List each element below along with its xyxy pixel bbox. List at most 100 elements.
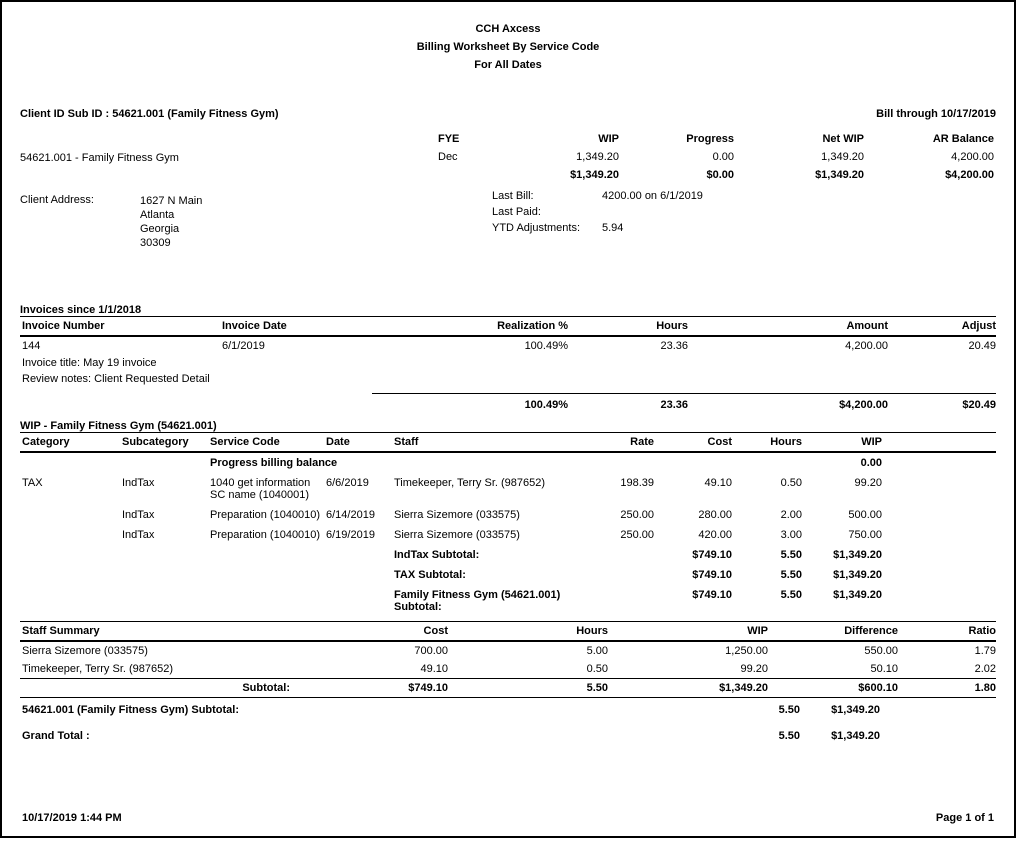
w2-hours: 2.00 [734,505,804,525]
ss-wip: $1,349.20 [610,679,770,697]
col-netwip: Net WIP [736,130,866,148]
bill-through: Bill through 10/17/2019 [876,108,996,120]
w2-svc: Preparation (1040010) [208,505,324,525]
sc-hours: Hours [450,622,610,640]
wc-sub: Subcategory [120,433,208,451]
sc-cost: Cost [320,622,450,640]
sr1-hours: 5.00 [450,642,610,660]
inv-tot-adjust: $20.49 [890,394,998,416]
sr1-diff: 550.00 [770,642,900,660]
report-title-block: CCH Axcess Billing Worksheet By Service … [20,20,996,74]
s3-hours: 5.50 [734,585,804,617]
last-bill-label: Last Bill: [492,190,602,202]
w2-wip: 500.00 [804,505,884,525]
cs-hours: 5.50 [732,700,802,720]
tax-subtotal: TAX Subtotal: $749.10 5.50 $1,349.20 [20,565,996,585]
inv-date: 6/1/2019 [220,337,370,355]
addr1: 1627 N Main [140,194,202,208]
wip-row-3: IndTax Preparation (1040010) 6/19/2019 S… [20,525,996,545]
w3-hours: 3.00 [734,525,804,545]
gt-wip: $1,349.20 [802,726,882,746]
tot-progress: $0.00 [621,166,736,184]
ss-label: Subtotal: [20,679,320,697]
sr1-ratio: 1.79 [900,642,998,660]
wip-row-2: IndTax Preparation (1040010) 6/14/2019 S… [20,505,996,525]
staff-subtotal: Subtotal: $749.10 5.50 $1,349.20 $600.10… [20,679,996,697]
title-line2: Billing Worksheet By Service Code [20,38,996,56]
w2-staff: Sierra Sizemore (033575) [392,505,582,525]
addr4: 30309 [140,236,202,250]
s3-label: Family Fitness Gym (54621.001) Subtotal: [392,585,582,617]
inv-col-num: Invoice Number [20,317,220,335]
tot-wip: $1,349.20 [506,166,621,184]
w3-svc: Preparation (1040010) [208,525,324,545]
sr2-name: Timekeeper, Terry Sr. (987652) [20,660,320,678]
sr2-hours: 0.50 [450,660,610,678]
w3-staff: Sierra Sizemore (033575) [392,525,582,545]
inv-col-real: Realization % [370,317,570,335]
s2-label: TAX Subtotal: [392,565,582,585]
sr2-diff: 50.10 [770,660,900,678]
ytd-label: YTD Adjustments: [492,222,602,234]
w1-wip: 99.20 [804,473,884,505]
inv-amount: 4,200.00 [690,337,890,355]
val-netwip: 1,349.20 [736,148,866,166]
client-row-label: 54621.001 - Family Fitness Gym [20,152,436,164]
inv-tot-real: 100.49% [372,394,570,416]
inv-col-date: Invoice Date [220,317,370,335]
sr1-wip: 1,250.00 [610,642,770,660]
inv-tot-amount: $4,200.00 [690,394,890,416]
addr2: Atlanta [140,208,202,222]
w3-cat [20,525,120,545]
client-subtotal: 54621.001 (Family Fitness Gym) Subtotal:… [20,700,996,720]
inv-hours: 23.36 [570,337,690,355]
w3-cost: 420.00 [656,525,734,545]
staff-header: Staff Summary Cost Hours WIP Difference … [20,622,996,640]
sr2-cost: 49.10 [320,660,450,678]
wc-cost: Cost [656,433,734,451]
s1-label: IndTax Subtotal: [392,545,582,565]
invoice-note2: Review notes: Client Requested Detail [20,371,996,387]
inv-real: 100.49% [370,337,570,355]
footer-timestamp: 10/17/2019 1:44 PM [22,812,122,824]
ss-cost: $749.10 [320,679,450,697]
sc-wip: WIP [610,622,770,640]
sr2-wip: 99.20 [610,660,770,678]
report-page: CCH Axcess Billing Worksheet By Service … [0,0,1016,838]
w2-rate: 250.00 [582,505,656,525]
sr1-name: Sierra Sizemore (033575) [20,642,320,660]
val-ar: 4,200.00 [866,148,996,166]
ss-diff: $600.10 [770,679,900,697]
page-footer: 10/17/2019 1:44 PM Page 1 of 1 [22,812,994,824]
gt-hours: 5.50 [732,726,802,746]
wc-staff: Staff [392,433,582,451]
sr1-cost: 700.00 [320,642,450,660]
progress-val: 0.00 [804,453,884,473]
w1-staff: Timekeeper, Terry Sr. (987652) [392,473,582,505]
progress-balance-row: Progress billing balance 0.00 [20,453,996,473]
sc-ratio: Ratio [900,622,998,640]
inv-adjust: 20.49 [890,337,998,355]
footer-page: Page 1 of 1 [936,812,994,824]
staff-title: Staff Summary [20,622,320,640]
w2-date: 6/14/2019 [324,505,392,525]
cs-label: 54621.001 (Family Fitness Gym) Subtotal: [20,700,390,720]
val-progress: 0.00 [621,148,736,166]
s1-hours: 5.50 [734,545,804,565]
w3-wip: 750.00 [804,525,884,545]
sr2-ratio: 2.02 [900,660,998,678]
title-line1: CCH Axcess [20,20,996,38]
sc-diff: Difference [770,622,900,640]
ytd-value: 5.94 [602,222,996,234]
title-line3: For All Dates [20,56,996,74]
inv-col-hours: Hours [570,317,690,335]
client-wip-subtotal: Family Fitness Gym (54621.001) Subtotal:… [20,585,996,617]
w1-cat: TAX [20,473,120,505]
ss-hours: 5.50 [450,679,610,697]
w1-hours: 0.50 [734,473,804,505]
col-ar: AR Balance [866,130,996,148]
gt-label: Grand Total : [20,726,390,746]
val-fye: Dec [436,148,506,166]
wip-row-1: TAX IndTax 1040 get information SC name … [20,473,996,505]
w1-sub: IndTax [120,473,208,505]
